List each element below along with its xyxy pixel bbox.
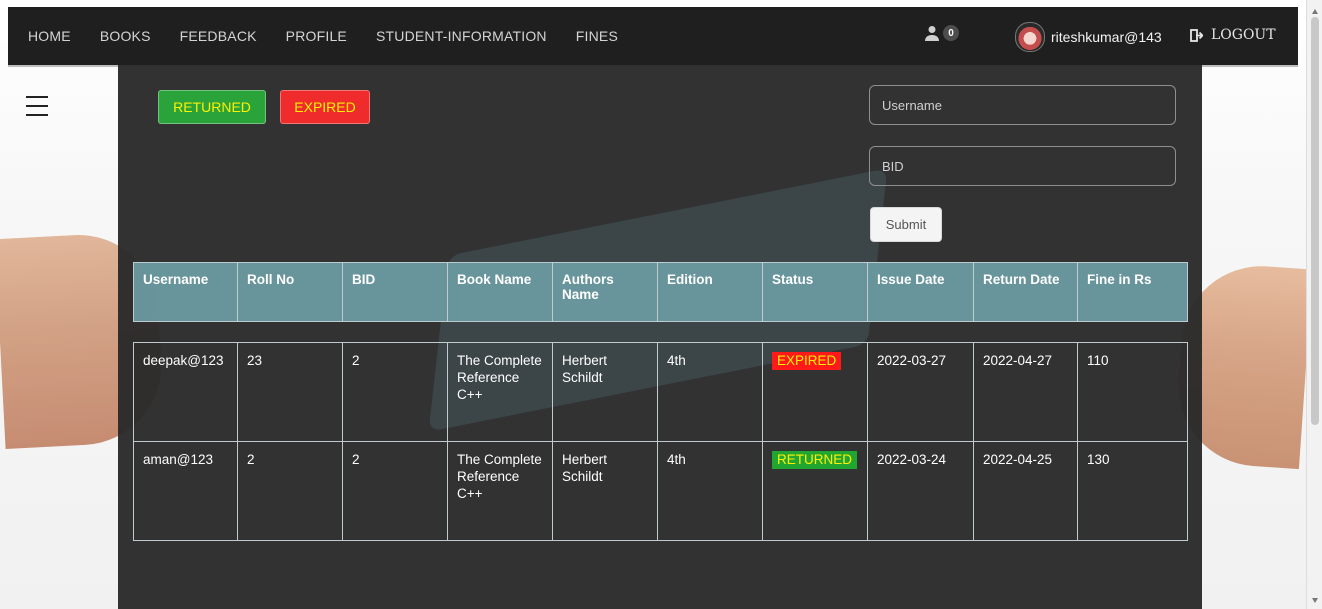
expired-filter-button[interactable]: EXPIRED: [280, 90, 370, 124]
nav-student-information[interactable]: STUDENT-INFORMATION: [376, 28, 547, 44]
cell-book-name: The Complete Reference C++: [447, 441, 553, 541]
header-username: Username: [133, 262, 238, 322]
cell-fine: 110: [1077, 342, 1188, 442]
cell-return-date: 2022-04-27: [973, 342, 1078, 442]
scroll-down-icon[interactable]: [1312, 598, 1318, 603]
header-issue-date: Issue Date: [867, 262, 974, 322]
logout-label: LOGOUT: [1211, 27, 1276, 43]
scroll-thumb[interactable]: [1311, 17, 1319, 425]
username-input[interactable]: [869, 85, 1176, 125]
table-row: aman@123 2 2 The Complete Reference C++ …: [133, 441, 1188, 541]
notification[interactable]: 0: [923, 25, 959, 41]
cell-bid: 2: [342, 441, 448, 541]
status-badge: EXPIRED: [772, 352, 842, 370]
cell-issue-date: 2022-03-24: [867, 441, 974, 541]
header-status: Status: [762, 262, 868, 322]
table-row: deepak@123 23 2 The Complete Reference C…: [133, 342, 1188, 442]
bid-input[interactable]: [869, 146, 1176, 186]
header-roll-no: Roll No: [237, 262, 343, 322]
cell-authors-name: Herbert Schildt: [552, 441, 658, 541]
cell-edition: 4th: [657, 441, 763, 541]
cell-bid: 2: [342, 342, 448, 442]
nav-feedback[interactable]: FEEDBACK: [180, 28, 257, 44]
logout-button[interactable]: LOGOUT: [1190, 27, 1276, 43]
cell-roll-no: 23: [237, 342, 343, 442]
cell-status: RETURNED: [762, 441, 868, 541]
cell-return-date: 2022-04-25: [973, 441, 1078, 541]
submit-button[interactable]: Submit: [870, 207, 942, 242]
nav-home[interactable]: HOME: [28, 28, 71, 44]
vertical-scrollbar[interactable]: [1306, 0, 1322, 609]
header-return-date: Return Date: [973, 262, 1078, 322]
logout-icon: [1190, 28, 1203, 42]
issue-table: Username Roll No BID Book Name Authors N…: [133, 262, 1188, 541]
username-label: riteshkumar@143: [1051, 29, 1162, 45]
header-book-name: Book Name: [447, 262, 553, 322]
user-profile[interactable]: riteshkumar@143: [1015, 22, 1162, 52]
user-icon: [925, 26, 939, 41]
cell-authors-name: Herbert Schildt: [552, 342, 658, 442]
header-edition: Edition: [657, 262, 763, 322]
nav-links: HOME BOOKS FEEDBACK PROFILE STUDENT-INFO…: [28, 7, 618, 65]
returned-filter-button[interactable]: RETURNED: [158, 90, 266, 124]
header-fine: Fine in Rs: [1077, 262, 1188, 322]
main-panel: RETURNED EXPIRED Submit Username Roll N: [118, 65, 1202, 609]
scroll-up-icon[interactable]: [1312, 9, 1318, 14]
cell-edition: 4th: [657, 342, 763, 442]
top-navbar: HOME BOOKS FEEDBACK PROFILE STUDENT-INFO…: [8, 7, 1298, 65]
nav-books[interactable]: BOOKS: [100, 28, 151, 44]
header-bid: BID: [342, 262, 448, 322]
cell-book-name: The Complete Reference C++: [447, 342, 553, 442]
cell-username: aman@123: [133, 441, 238, 541]
nav-fines[interactable]: FINES: [576, 28, 618, 44]
cell-issue-date: 2022-03-27: [867, 342, 974, 442]
hamburger-menu-icon[interactable]: [26, 96, 48, 116]
issue-table-container: Username Roll No BID Book Name Authors N…: [133, 262, 1188, 541]
cell-fine: 130: [1077, 441, 1188, 541]
table-spacer: [134, 322, 1188, 343]
cell-username: deepak@123: [133, 342, 238, 442]
header-authors-name: Authors Name: [552, 262, 658, 322]
cell-roll-no: 2: [237, 441, 343, 541]
notification-count: 0: [943, 25, 959, 41]
nav-profile[interactable]: PROFILE: [286, 28, 347, 44]
avatar: [1015, 22, 1045, 52]
cell-status: EXPIRED: [762, 342, 868, 442]
table-header-row: Username Roll No BID Book Name Authors N…: [133, 262, 1188, 322]
status-badge: RETURNED: [772, 451, 858, 469]
